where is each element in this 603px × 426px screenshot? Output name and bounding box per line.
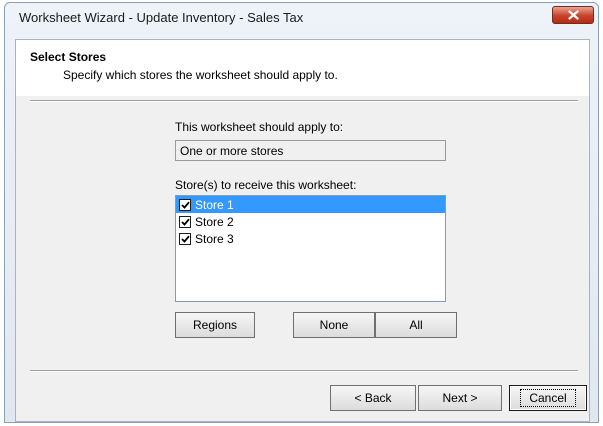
back-button[interactable]: < Back [330,385,416,411]
store-checkbox[interactable] [179,215,191,228]
regions-button[interactable]: Regions [175,312,255,338]
title-bar[interactable]: Worksheet Wizard - Update Inventory - Sa… [5,3,598,33]
store-checkbox[interactable] [179,198,191,211]
all-button[interactable]: All [375,312,457,338]
next-button[interactable]: Next > [418,385,502,411]
dialog-body: Select Stores Specify which stores the w… [15,39,590,422]
page-title: Select Stores [30,50,107,64]
close-icon [567,10,579,20]
cancel-button[interactable]: Cancel [509,385,587,411]
window-title: Worksheet Wizard - Update Inventory - Sa… [19,10,304,25]
footer-divider [30,370,578,372]
checkmark-icon [180,201,190,209]
close-button[interactable] [552,6,594,24]
store-checkbox[interactable] [179,232,191,245]
apply-to-label: This worksheet should apply to: [175,120,344,134]
page-subtitle: Specify which stores the worksheet shoul… [63,68,338,82]
header-divider [30,100,578,102]
stores-label: Store(s) to receive this worksheet: [175,178,357,192]
apply-to-field: One or more stores [175,140,446,161]
checkmark-icon [180,235,190,243]
checkmark-icon [180,218,190,226]
store-list-item[interactable]: Store 3 [176,230,445,247]
store-label: Store 3 [195,231,234,246]
header-band: Select Stores Specify which stores the w… [16,40,589,96]
store-label: Store 1 [195,197,234,212]
wizard-window: Worksheet Wizard - Update Inventory - Sa… [4,2,599,423]
stores-listbox[interactable]: Store 1 Store 2 Store 3 [175,195,446,302]
store-label: Store 2 [195,214,234,229]
store-list-item[interactable]: Store 1 [176,196,445,213]
store-list-item[interactable]: Store 2 [176,213,445,230]
none-button[interactable]: None [293,312,375,338]
cancel-label: Cancel [520,389,576,407]
